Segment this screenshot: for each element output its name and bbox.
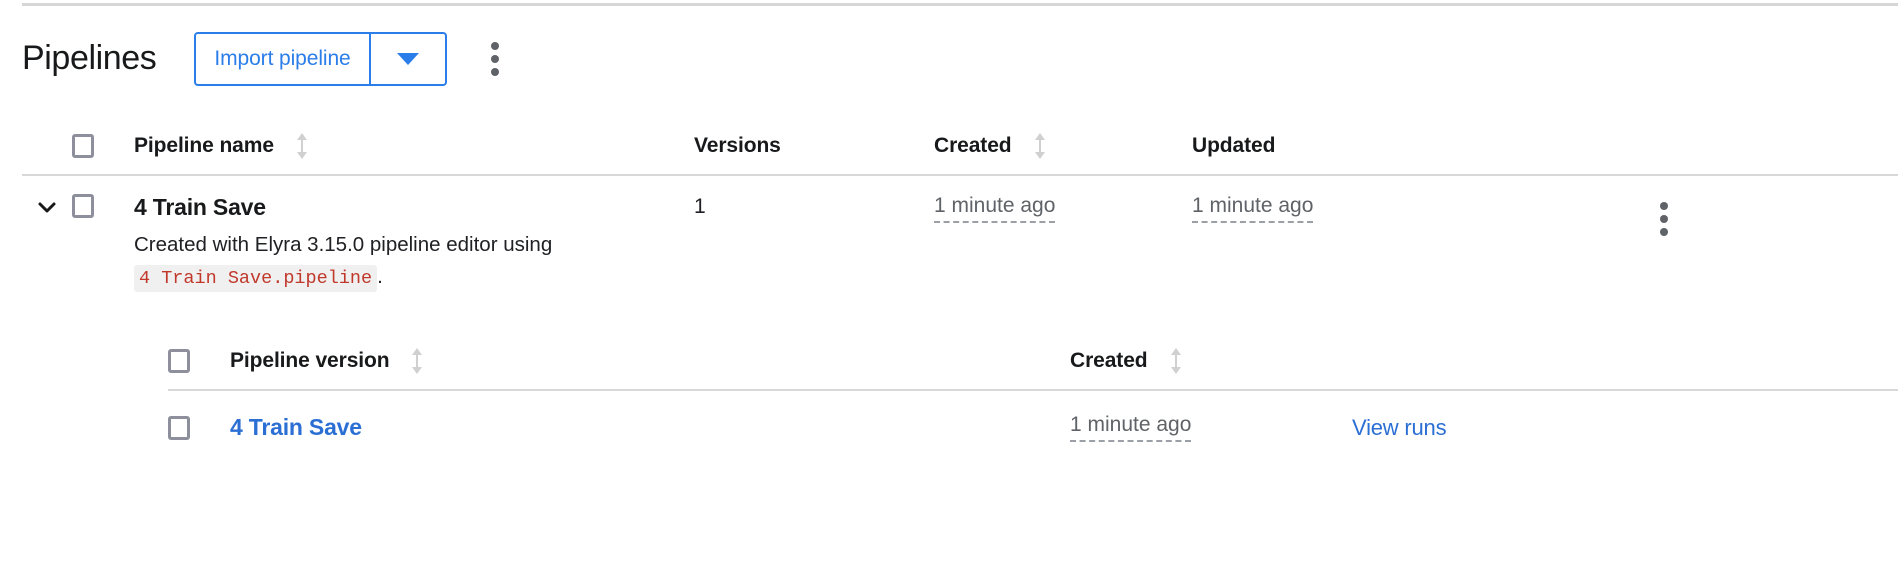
versions-header-cell-created[interactable]: Created bbox=[1070, 347, 1352, 374]
version-created-timestamp[interactable]: 1 minute ago bbox=[1070, 413, 1192, 443]
select-all-cell bbox=[72, 134, 134, 158]
select-all-checkbox[interactable] bbox=[72, 134, 94, 158]
kebab-dot bbox=[490, 68, 499, 76]
import-pipeline-dropdown-button[interactable] bbox=[371, 34, 445, 84]
chevron-down-icon[interactable] bbox=[34, 194, 60, 225]
version-cell-name: 4 Train Save bbox=[230, 414, 1070, 441]
kebab-dot bbox=[1660, 215, 1668, 223]
version-select-cell bbox=[168, 415, 230, 440]
versions-select-all-checkbox[interactable] bbox=[168, 348, 190, 373]
pipeline-name: 4 Train Save bbox=[134, 194, 266, 220]
row-cell-created: 1 minute ago bbox=[934, 194, 1192, 224]
header-cell-updated: Updated bbox=[1192, 134, 1450, 158]
row-cell-updated: 1 minute ago bbox=[1192, 194, 1450, 224]
version-name-link[interactable]: 4 Train Save bbox=[230, 414, 362, 440]
version-cell-created: 1 minute ago bbox=[1070, 413, 1352, 443]
versions-table-row[interactable]: 4 Train Save 1 minute ago View runs bbox=[146, 391, 1898, 465]
kebab-dot bbox=[490, 42, 499, 50]
pipeline-versions-table: Pipeline version Created 4 Train Save 1 … bbox=[146, 333, 1898, 465]
created-timestamp[interactable]: 1 minute ago bbox=[934, 194, 1056, 224]
row-select-cell bbox=[72, 194, 134, 218]
row-overflow-menu-button[interactable] bbox=[1650, 194, 1678, 244]
row-cell-pipeline-name: 4 Train Save Created with Elyra 3.15.0 p… bbox=[134, 194, 694, 293]
page-header: Pipelines Import pipeline bbox=[22, 26, 1898, 92]
row-cell-actions bbox=[1450, 194, 1898, 244]
header-cell-versions: Versions bbox=[694, 134, 934, 158]
version-cell-runs: View runs bbox=[1352, 415, 1898, 441]
table-header-row: Pipeline name Versions Created Updated bbox=[0, 118, 1898, 174]
top-divider bbox=[22, 3, 1898, 6]
row-cell-versions: 1 bbox=[694, 194, 934, 219]
sort-icon[interactable] bbox=[1034, 133, 1046, 159]
sort-icon[interactable] bbox=[296, 133, 308, 159]
versions-header-label-name: Pipeline version bbox=[230, 348, 390, 372]
kebab-dot bbox=[490, 55, 499, 63]
pipeline-description-prefix: Created with Elyra 3.15.0 pipeline edito… bbox=[134, 233, 553, 257]
import-pipeline-split-button[interactable]: Import pipeline bbox=[194, 32, 447, 86]
versions-select-all-cell bbox=[168, 348, 230, 373]
pipelines-table: Pipeline name Versions Created Updated 4… bbox=[0, 118, 1898, 465]
pipeline-file-code: 4 Train Save.pipeline bbox=[134, 264, 378, 292]
updated-timestamp[interactable]: 1 minute ago bbox=[1192, 194, 1314, 224]
page-title: Pipelines bbox=[22, 39, 157, 77]
view-runs-link[interactable]: View runs bbox=[1352, 415, 1447, 440]
sort-icon[interactable] bbox=[1170, 347, 1182, 374]
header-label-versions: Versions bbox=[694, 134, 781, 157]
page-overflow-menu-button[interactable] bbox=[481, 34, 509, 84]
row-expander-cell bbox=[22, 194, 72, 225]
header-cell-pipeline-name[interactable]: Pipeline name bbox=[134, 133, 694, 159]
versions-header-cell-name[interactable]: Pipeline version bbox=[230, 347, 1070, 374]
version-checkbox[interactable] bbox=[168, 415, 190, 440]
kebab-dot bbox=[1660, 228, 1668, 236]
kebab-dot bbox=[1660, 202, 1668, 210]
versions-header-label-created: Created bbox=[1070, 348, 1148, 372]
header-label-updated: Updated bbox=[1192, 134, 1276, 157]
sort-icon[interactable] bbox=[411, 347, 423, 374]
versions-count: 1 bbox=[694, 195, 706, 218]
import-pipeline-button[interactable]: Import pipeline bbox=[196, 34, 368, 84]
header-label-created: Created bbox=[934, 134, 1012, 157]
versions-header-row: Pipeline version Created bbox=[146, 333, 1898, 389]
header-cell-created[interactable]: Created bbox=[934, 133, 1192, 159]
pipeline-description-suffix: . bbox=[377, 264, 383, 288]
table-row[interactable]: 4 Train Save Created with Elyra 3.15.0 p… bbox=[0, 176, 1898, 293]
header-label-pipeline-name: Pipeline name bbox=[134, 134, 274, 157]
row-checkbox[interactable] bbox=[72, 194, 94, 218]
chevron-down-icon bbox=[396, 53, 419, 65]
pipeline-description: Created with Elyra 3.15.0 pipeline edito… bbox=[134, 229, 664, 292]
